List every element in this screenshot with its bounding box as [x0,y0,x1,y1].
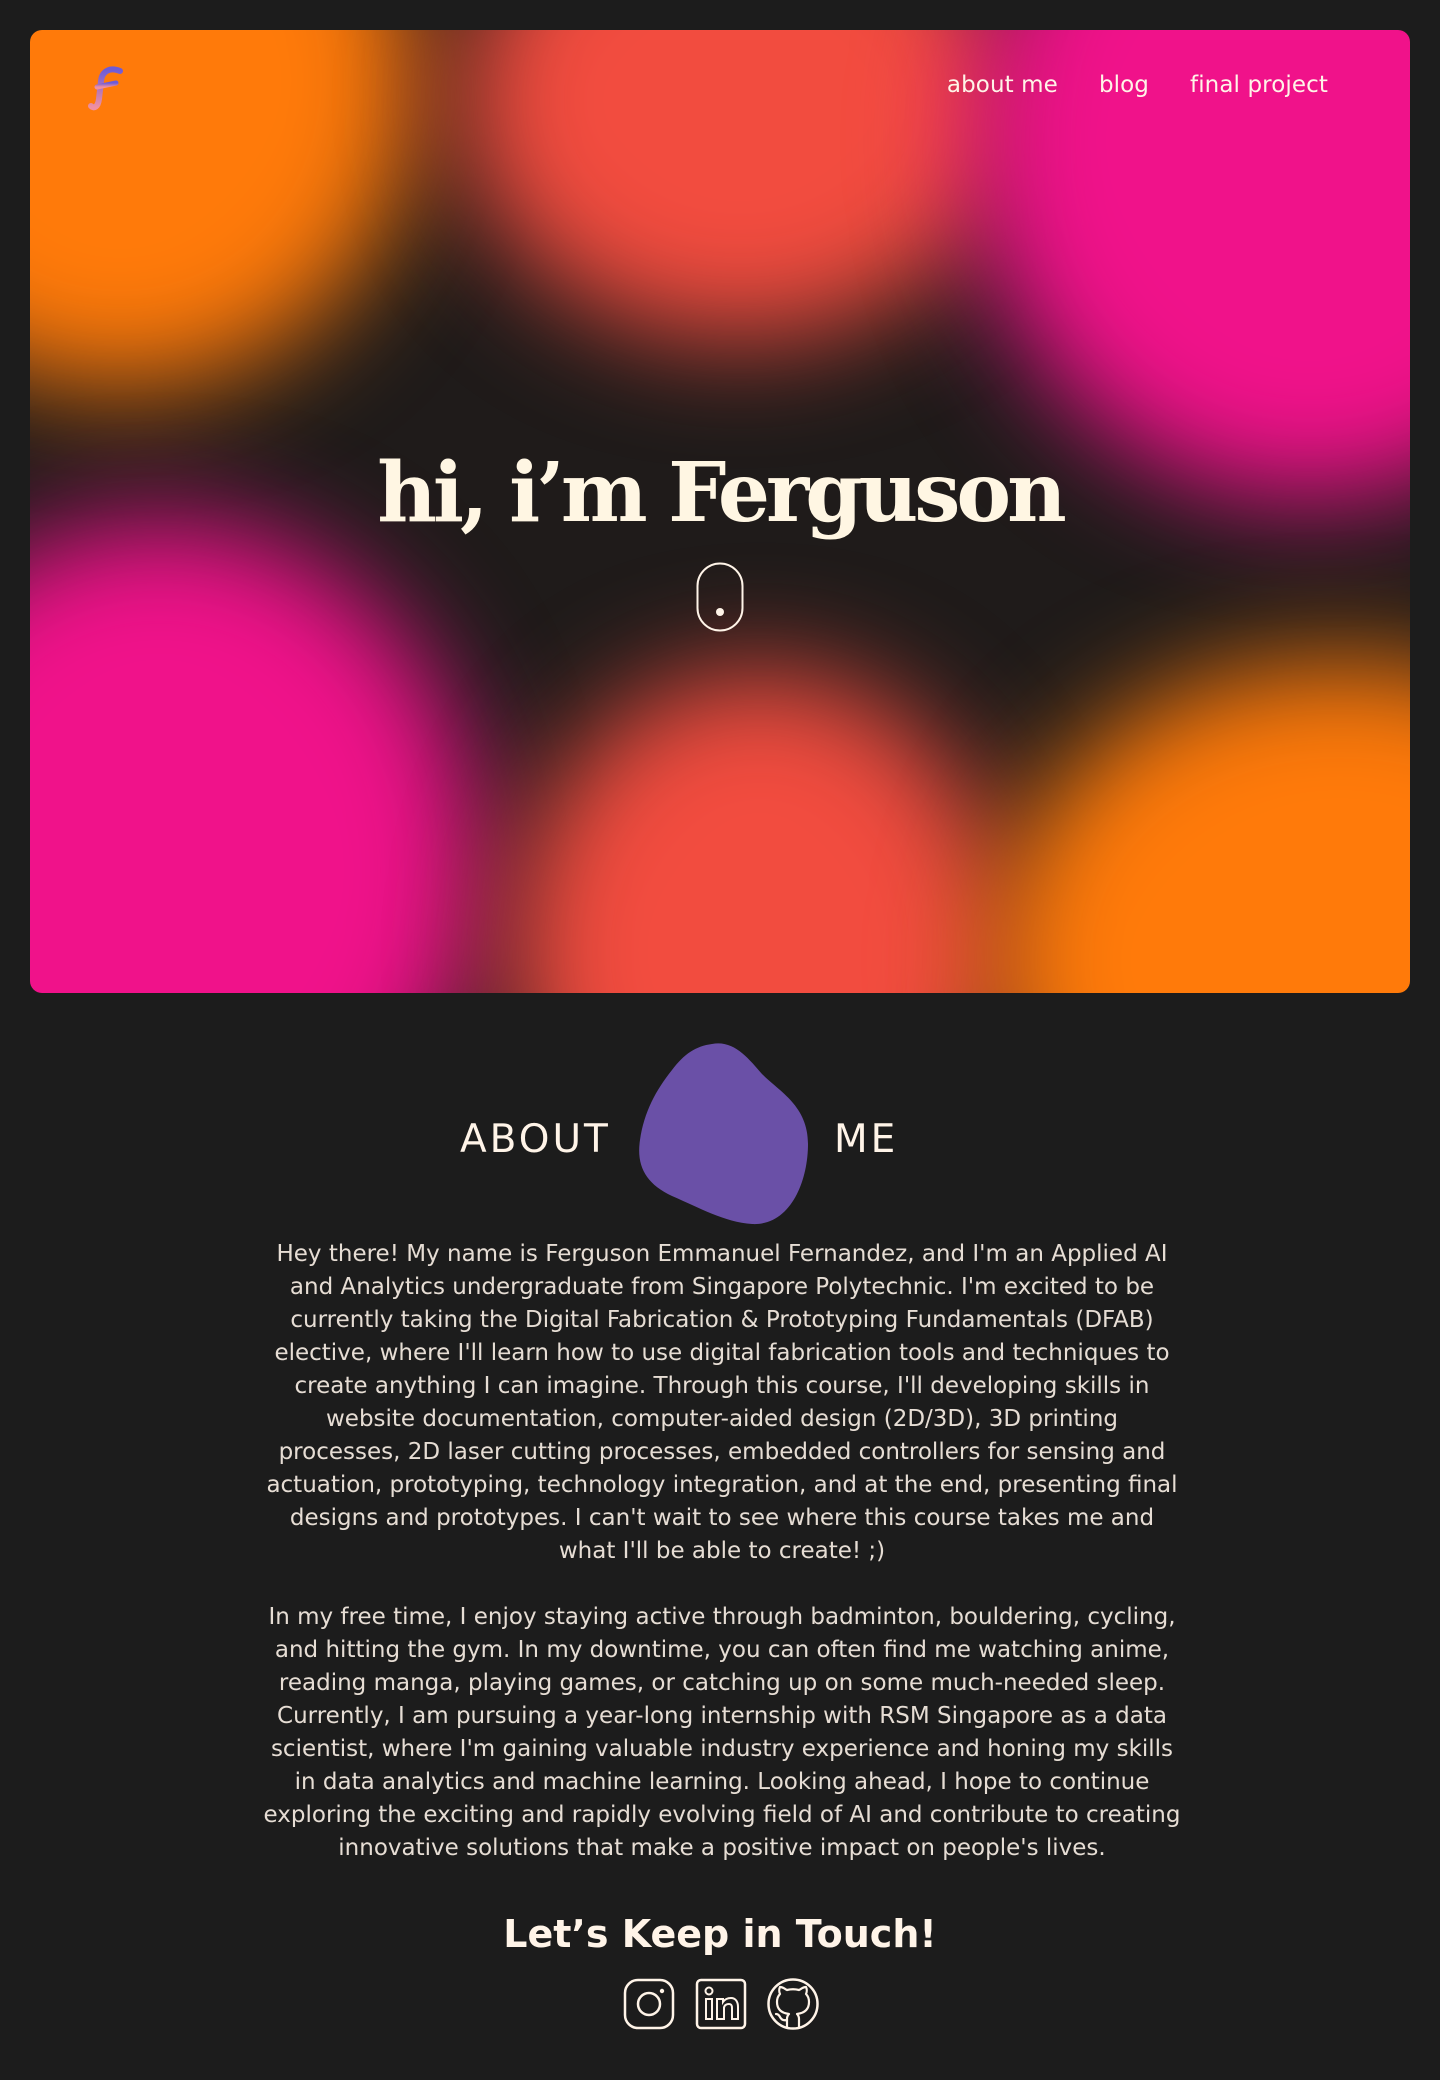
nav-about-me[interactable]: about me [947,72,1058,98]
about-heading-right: ME [834,1117,899,1162]
main-nav: about me blog final project [947,72,1328,98]
gradient-blob [990,660,1410,993]
social-links [622,1977,820,2031]
linkedin-icon[interactable] [694,1977,748,2031]
about-blob-shape [630,1040,814,1230]
bio-paragraph: In my free time, I enjoy staying active … [263,1604,1181,1861]
contact-title: Let’s Keep in Touch! [503,1912,937,1956]
bio-paragraph: Hey there! My name is Ferguson Emmanuel … [266,1241,1178,1564]
nav-blog[interactable]: blog [1099,72,1149,98]
gradient-blob [30,520,480,993]
gradient-blob [460,30,1020,340]
gradient-blob [510,670,1010,993]
hero-title: hi, i’m Ferguson [377,445,1066,541]
instagram-icon[interactable] [622,1977,676,2031]
hero-banner: about me blog final project hi, i’m Ferg… [30,30,1410,993]
logo-icon[interactable] [88,65,124,113]
about-bio: Hey there! My name is Ferguson Emmanuel … [262,1238,1182,1865]
nav-final-project[interactable]: final project [1190,72,1328,98]
about-heading-left: ABOUT [460,1117,611,1162]
gradient-blob [970,30,1410,500]
github-icon[interactable] [766,1977,820,2031]
mouse-scroll-icon[interactable] [696,562,744,632]
